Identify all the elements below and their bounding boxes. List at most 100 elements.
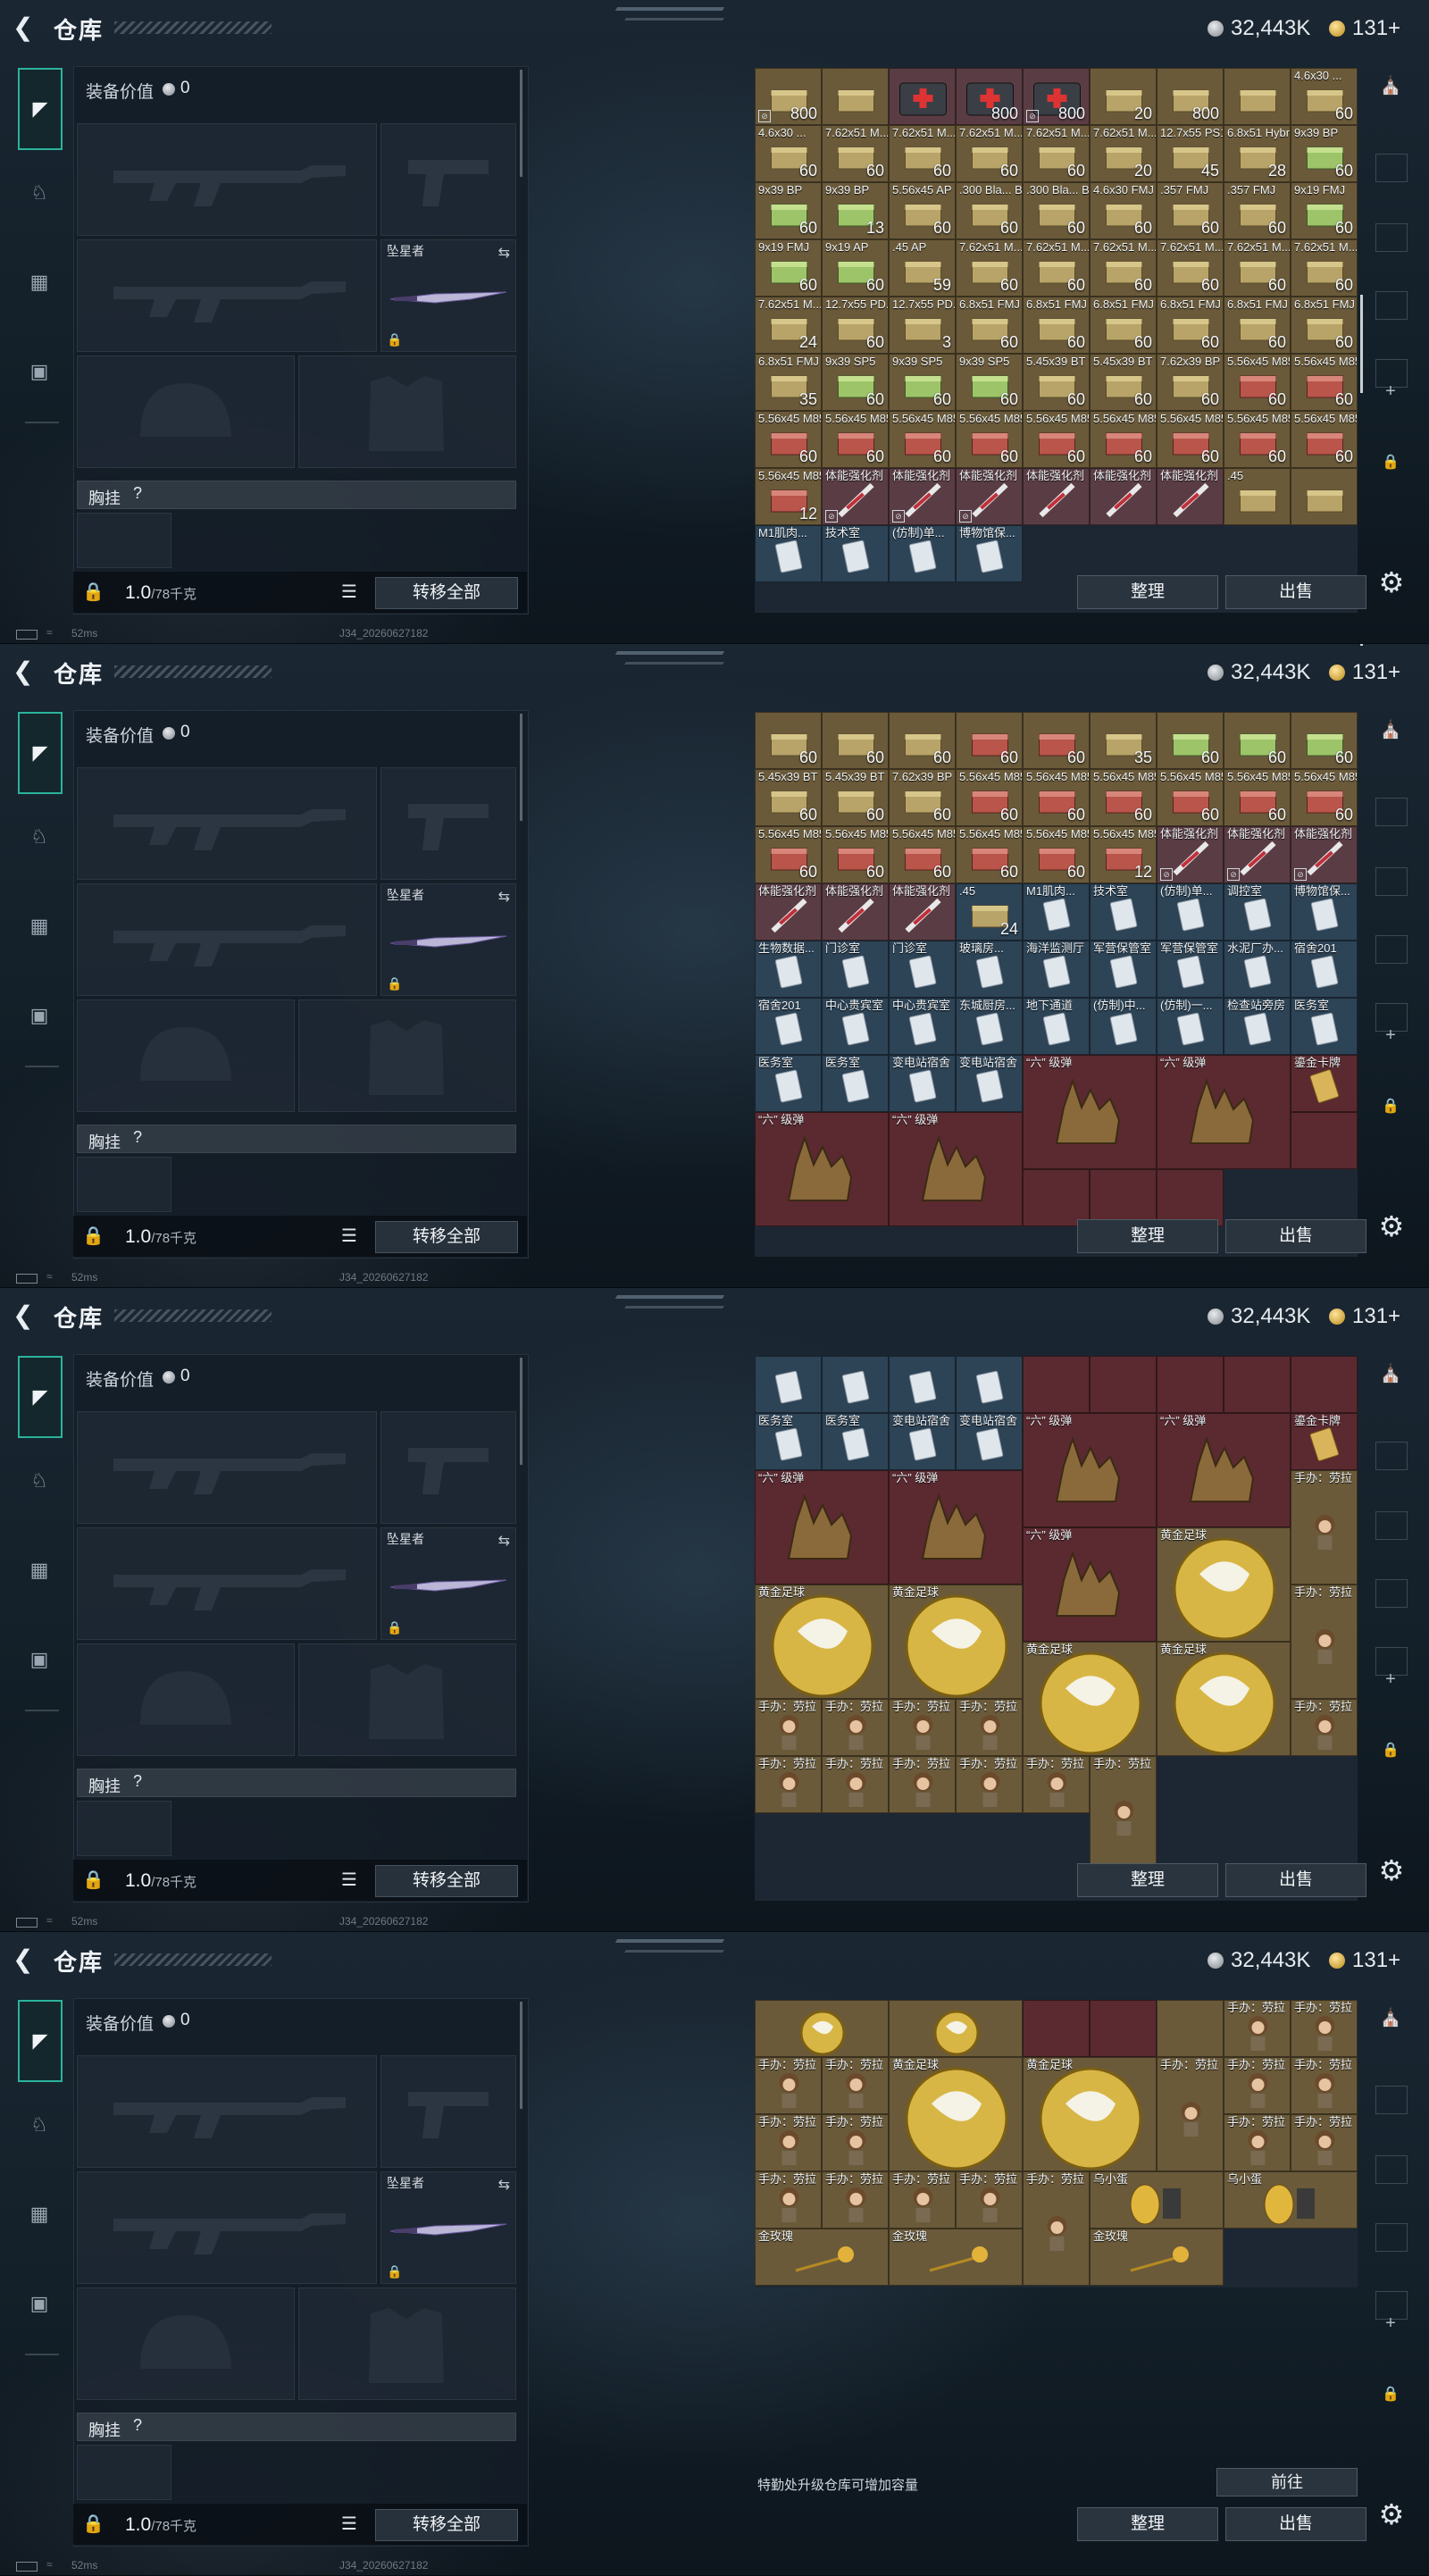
weight-lock-icon[interactable]: 🔒 xyxy=(82,581,104,602)
storage-item[interactable]: 6.8x51 FMJ 35 xyxy=(755,354,822,411)
equipment-scrollbar[interactable] xyxy=(520,70,522,177)
storage-item[interactable]: 博物馆保... xyxy=(956,525,1023,582)
storage-item[interactable] xyxy=(755,2000,889,2057)
storage-item[interactable] xyxy=(889,1356,956,1413)
storage-item[interactable]: “六” 级弹 xyxy=(755,1470,889,1585)
storage-item[interactable]: 手办：劳拉 xyxy=(1023,2171,1090,2286)
storage-item[interactable]: 9x19 AP 60 xyxy=(822,239,889,297)
gear-icon[interactable]: ⚙ xyxy=(1375,2498,1408,2530)
storage-item[interactable]: 手办：劳拉 xyxy=(1291,2114,1358,2171)
storage-item[interactable]: 4.6x30 FMJ 60 xyxy=(1090,182,1157,239)
add-page-icon[interactable]: + xyxy=(1370,1017,1411,1053)
secondary-weapon-slot[interactable] xyxy=(77,2171,377,2284)
chest-rig-section[interactable]: 胸挂 ? xyxy=(77,1769,516,1797)
storage-item[interactable]: 60 xyxy=(889,712,956,769)
melee-slot[interactable]: 坠星者 ⇆ 🔒 xyxy=(380,239,516,352)
storage-item[interactable] xyxy=(1023,1356,1090,1413)
storage-item[interactable]: 5.56x45 M855A1 60 xyxy=(822,411,889,468)
pistol-slot[interactable] xyxy=(380,2055,516,2168)
storage-item[interactable]: “六” 级弹 xyxy=(1023,1055,1157,1169)
storage-item[interactable]: 手办：劳拉 xyxy=(1224,2000,1291,2057)
storage-item[interactable]: 9x39 SP5 60 xyxy=(822,354,889,411)
primary-weapon-slot[interactable] xyxy=(77,123,377,236)
storage-item[interactable]: 体能强化剂 xyxy=(822,883,889,941)
page-lock-icon[interactable]: 🔒 xyxy=(1370,2377,1411,2413)
transfer-all-button[interactable]: 转移全部 xyxy=(375,2509,518,2541)
storage-item[interactable]: 体能强化剂 xyxy=(755,883,822,941)
storage-item[interactable]: 5.56x45 M855A1 60 xyxy=(1023,769,1090,826)
vest-tab-icon[interactable]: ▦ xyxy=(20,1551,59,1590)
silver-currency[interactable]: 32,443K xyxy=(1208,1948,1310,1973)
storage-item[interactable]: 东城厨房... xyxy=(956,998,1023,1055)
weapon-tab-icon[interactable]: ◤ xyxy=(18,712,63,794)
helmet-tab-icon[interactable]: ♘ xyxy=(20,817,59,857)
storage-item[interactable]: (仿制)一... xyxy=(1157,998,1224,1055)
storage-item[interactable]: 60 xyxy=(956,712,1023,769)
storage-item[interactable]: 中心贵宾室 xyxy=(822,998,889,1055)
storage-item[interactable]: 5.45x39 BT 60 xyxy=(1090,354,1157,411)
chest-rig-section[interactable]: 胸挂 ? xyxy=(77,2413,516,2441)
storage-item[interactable]: 体能强化剂 xyxy=(1157,468,1224,525)
storage-item[interactable]: 9x39 BP 13 xyxy=(822,182,889,239)
armor-slot[interactable] xyxy=(298,999,516,1112)
chest-rig-slot[interactable] xyxy=(77,1157,171,1212)
storage-item[interactable]: 地下通道 xyxy=(1023,998,1090,1055)
storage-item[interactable]: 60 xyxy=(755,712,822,769)
storage-item[interactable]: 体能强化剂 ⊘ xyxy=(1157,826,1224,883)
melee-slot[interactable]: 坠星者 ⇆ 🔒 xyxy=(380,1527,516,1640)
storage-item[interactable]: 4.6x30 ... 60 xyxy=(755,125,822,182)
storage-item[interactable]: 医务室 xyxy=(755,1055,822,1112)
storage-item[interactable]: 手办：劳拉 xyxy=(1224,2057,1291,2114)
equipment-scrollbar[interactable] xyxy=(520,714,522,821)
storage-item[interactable]: 金玫瑰 xyxy=(1090,2229,1224,2286)
storage-item[interactable]: .45 24 xyxy=(956,883,1023,941)
storage-item[interactable]: (仿制)中... xyxy=(1090,998,1157,1055)
storage-item[interactable]: 变电站宿舍 xyxy=(889,1413,956,1470)
gold-currency[interactable]: 131+ xyxy=(1329,1304,1400,1329)
gold-currency[interactable]: 131+ xyxy=(1329,660,1400,685)
help-icon[interactable]: ? xyxy=(133,484,142,503)
storage-page-tab[interactable] xyxy=(1375,798,1408,826)
storage-item[interactable]: 手办：劳拉 xyxy=(822,2171,889,2229)
back-arrow-icon[interactable]: ❮ xyxy=(13,14,39,41)
storage-item[interactable] xyxy=(1224,1356,1291,1413)
helmet-tab-icon[interactable]: ♘ xyxy=(20,173,59,213)
storage-item[interactable]: 手办：劳拉 xyxy=(1291,2000,1358,2057)
vest-tab-icon[interactable]: ▦ xyxy=(20,263,59,302)
storage-item[interactable]: 水泥厂办... xyxy=(1224,941,1291,998)
storage-item[interactable]: 60 xyxy=(822,712,889,769)
vest-tab-icon[interactable]: ▦ xyxy=(20,2195,59,2234)
backpack-tab-icon[interactable]: ▣ xyxy=(20,1640,59,1679)
silver-currency[interactable]: 32,443K xyxy=(1208,1304,1310,1329)
storage-page-tab[interactable] xyxy=(1375,1511,1408,1540)
storage-item[interactable]: 手办：劳拉 xyxy=(1291,2057,1358,2114)
storage-item[interactable]: 20 xyxy=(1090,68,1157,125)
back-arrow-icon[interactable]: ❮ xyxy=(13,1302,39,1329)
storage-item[interactable]: 检查站旁房 xyxy=(1224,998,1291,1055)
storage-item[interactable]: 6.8x51 FMJ 60 xyxy=(956,297,1023,354)
storage-item[interactable]: 手办：劳拉 xyxy=(1291,1470,1358,1585)
storage-item[interactable]: 医务室 xyxy=(822,1413,889,1470)
storage-item[interactable]: 5.56x45 M855A1 60 xyxy=(956,769,1023,826)
storage-item[interactable] xyxy=(1157,1356,1224,1413)
add-page-icon[interactable]: + xyxy=(1370,373,1411,409)
storage-item[interactable]: 金玫瑰 xyxy=(889,2229,1023,2286)
storage-item[interactable] xyxy=(1090,2000,1157,2057)
storage-item[interactable]: 5.56x45 M855A1 60 xyxy=(1224,354,1291,411)
storage-item[interactable]: 生物数据... xyxy=(755,941,822,998)
storage-item[interactable]: 5.56x45 M855A1 60 xyxy=(1090,769,1157,826)
transfer-all-button[interactable]: 转移全部 xyxy=(375,1865,518,1897)
storage-item[interactable] xyxy=(1090,1169,1157,1226)
add-page-icon[interactable]: + xyxy=(1370,1661,1411,1697)
list-icon[interactable]: ☰ xyxy=(341,1869,363,1890)
storage-item[interactable]: 35 xyxy=(1090,712,1157,769)
storage-item[interactable]: 军营保管室 xyxy=(1157,941,1224,998)
page-lock-icon[interactable]: 🔒 xyxy=(1370,1089,1411,1125)
sell-button[interactable]: 出售 xyxy=(1225,1863,1366,1897)
storage-item[interactable]: 9x19 FMJ 60 xyxy=(755,239,822,297)
weapon-tab-icon[interactable]: ◤ xyxy=(18,1356,63,1438)
help-icon[interactable]: ? xyxy=(133,2416,142,2435)
storage-item[interactable]: 5.56x45 M855A1 12 xyxy=(1090,826,1157,883)
storage-item[interactable]: 手办：劳拉 xyxy=(755,1699,822,1756)
weight-lock-icon[interactable]: 🔒 xyxy=(82,1225,104,1246)
